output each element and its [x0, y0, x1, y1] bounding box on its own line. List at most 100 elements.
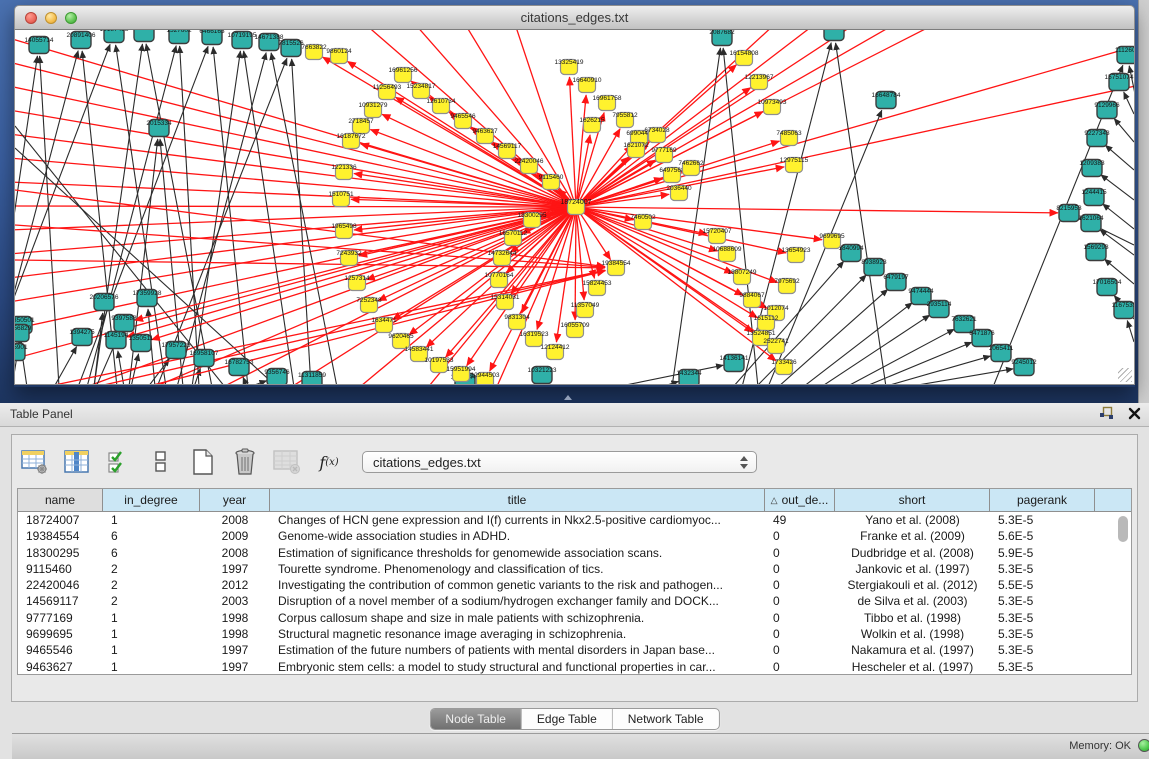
create-column-icon[interactable] — [188, 447, 218, 477]
table-row[interactable]: 1456911722003Disruption of a novel membe… — [18, 593, 1131, 609]
graph-node-label: 7955812 — [612, 112, 638, 119]
graph-node-label: 10770164 — [485, 272, 514, 279]
graph-node-label: 1634471 — [371, 317, 397, 324]
graph-node-label: 16640910 — [573, 77, 602, 84]
graph-edge-black — [616, 365, 723, 385]
table-row[interactable]: 1830029562008Estimation of significance … — [18, 545, 1131, 561]
graph-node-label: 1626215 — [579, 117, 605, 124]
graph-edge-black — [778, 289, 888, 385]
table-row[interactable]: 946362711997Embryonic stem cells: a mode… — [18, 659, 1131, 675]
table-cell: Tourette syndrome. Phenomenology and cla… — [270, 561, 765, 577]
table-selector-dropdown[interactable]: citations_edges.txt — [362, 451, 757, 473]
table-cell: 0 — [765, 593, 835, 609]
table-cell: 9115460 — [18, 561, 103, 577]
graph-node-label: 13524851 — [747, 330, 776, 337]
table-cell: Structural magnetic resonance image aver… — [270, 626, 765, 642]
close-panel-icon[interactable] — [1128, 407, 1141, 425]
delete-columns-icon[interactable] — [230, 447, 260, 477]
table-row[interactable]: 946554611997Estimation of the future num… — [18, 642, 1131, 658]
graph-node-label: 9474444 — [908, 288, 934, 295]
table-cell: 18724007 — [18, 512, 103, 528]
graph-node-label: 9463627 — [472, 128, 498, 135]
float-window-icon[interactable] — [1099, 406, 1114, 425]
row-mode-icon[interactable] — [146, 447, 176, 477]
column-header-pagerank[interactable]: pagerank — [990, 489, 1095, 512]
graph-edge-black — [249, 381, 267, 385]
graph-node-label: 1569293 — [1083, 244, 1109, 251]
function-builder-icon[interactable]: f(x) — [314, 447, 344, 477]
graph-node-label: 20891406 — [67, 32, 96, 39]
table-row[interactable]: 969969511998Structural magnetic resonanc… — [18, 626, 1131, 642]
column-header-title[interactable]: title — [270, 489, 765, 512]
graph-node-label: 14732644 — [488, 250, 517, 257]
table-cell: Estimation of significance thresholds fo… — [270, 545, 765, 561]
tab-network-table[interactable]: Network Table — [612, 709, 719, 729]
graph-node-label: 1257314 — [344, 275, 370, 282]
graph-node-label: 18300295 — [518, 212, 547, 219]
column-header-in-degree[interactable]: in_degree — [103, 489, 200, 512]
graph-node-label: 10321223 — [528, 367, 557, 374]
graph-node-label: 16055709 — [561, 322, 590, 329]
table-panel-title: Table Panel — [10, 407, 73, 421]
table-cell: 1997 — [200, 659, 270, 675]
graph-nodes: 1405571420891406161874581065328715276026… — [15, 30, 1134, 385]
window-titlebar[interactable]: citations_edges.txt — [14, 5, 1135, 30]
graph-edge-black — [292, 59, 311, 385]
table-settings-icon[interactable] — [20, 447, 50, 477]
graph-edge-black — [243, 377, 247, 385]
network-canvas[interactable]: 1405571420891406161874581065328715276026… — [15, 30, 1134, 385]
table-cell: 2009 — [200, 528, 270, 544]
graph-edge-black — [803, 303, 912, 385]
table-cell: 5.5E-5 — [990, 577, 1095, 593]
table-cell: Disruption of a novel member of a sodium… — [270, 593, 765, 609]
graph-node-label: 15751074 — [1105, 74, 1134, 81]
select-all-icon[interactable] — [104, 447, 134, 477]
column-header-short[interactable]: short — [835, 489, 990, 512]
toggle-column-icon[interactable] — [62, 447, 92, 477]
graph-node-label: 12124412 — [541, 344, 570, 351]
table-row[interactable]: 911546021997Tourette syndrome. Phenomeno… — [18, 561, 1131, 577]
split-divider-handle[interactable] — [562, 395, 578, 402]
tab-edge-table[interactable]: Edge Table — [521, 709, 612, 729]
tab-node-table[interactable]: Node Table — [430, 709, 521, 729]
graph-node-label: 13325419 — [555, 59, 584, 66]
graph-node-label: 2036440 — [666, 185, 692, 192]
graph-node-label: 15824453 — [583, 280, 612, 287]
window-resize-grip[interactable] — [1118, 368, 1132, 382]
graph-node-label: 7975692 — [774, 278, 800, 285]
table-cell: 9777169 — [18, 610, 103, 626]
table-row[interactable]: 977716911998Corpus callosum shape and si… — [18, 610, 1131, 626]
table-row[interactable]: 1872400712008Changes of HCN gene express… — [18, 512, 1131, 528]
graph-node-label: 1840994 — [838, 245, 864, 252]
table-cell: 0 — [765, 545, 835, 561]
column-header-out-de-[interactable]: △out_de... — [765, 489, 835, 512]
memory-status-indicator[interactable] — [1138, 739, 1149, 752]
graph-node-label: 17016504 — [1093, 279, 1122, 286]
graph-node[interactable] — [824, 30, 844, 41]
graph-node-label: 9884067 — [739, 292, 765, 299]
graph-node-label: 7243932 — [336, 250, 362, 257]
graph-edge-black — [821, 315, 930, 385]
graph-edge-black — [157, 58, 287, 385]
graph-node-label: 1621072 — [623, 142, 649, 149]
table-panel: Table Panel — [0, 403, 1149, 727]
table-cell: 0 — [765, 528, 835, 544]
column-header-name[interactable]: name — [18, 489, 103, 512]
graph-edge-red — [576, 45, 1134, 207]
table-cell: 18300295 — [18, 545, 103, 561]
graph-node-label: 10973493 — [758, 99, 787, 106]
table-row[interactable]: 2242004622012Investigating the contribut… — [18, 577, 1131, 593]
graph-node-label: 6497568 — [659, 167, 685, 174]
table-row[interactable]: 1938455462009Genome-wide association stu… — [18, 528, 1131, 544]
table-header-row: namein_degreeyeartitle△out_de...shortpag… — [18, 489, 1131, 512]
graph-node-label: 10719195 — [228, 32, 257, 39]
graph-node-label: 9356746 — [264, 369, 290, 376]
column-header-year[interactable]: year — [200, 489, 270, 512]
table-scrollbar-thumb[interactable] — [1118, 516, 1128, 542]
graph-node-label: 1510751 — [328, 191, 354, 198]
table-cell: 1 — [103, 512, 200, 528]
graph-node-label: 7485063 — [776, 130, 802, 137]
graph-node-label: 9860124 — [326, 48, 352, 55]
table-cell: Wolkin et al. (1998) — [835, 626, 990, 642]
graph-node-label: 9620465 — [388, 333, 414, 340]
